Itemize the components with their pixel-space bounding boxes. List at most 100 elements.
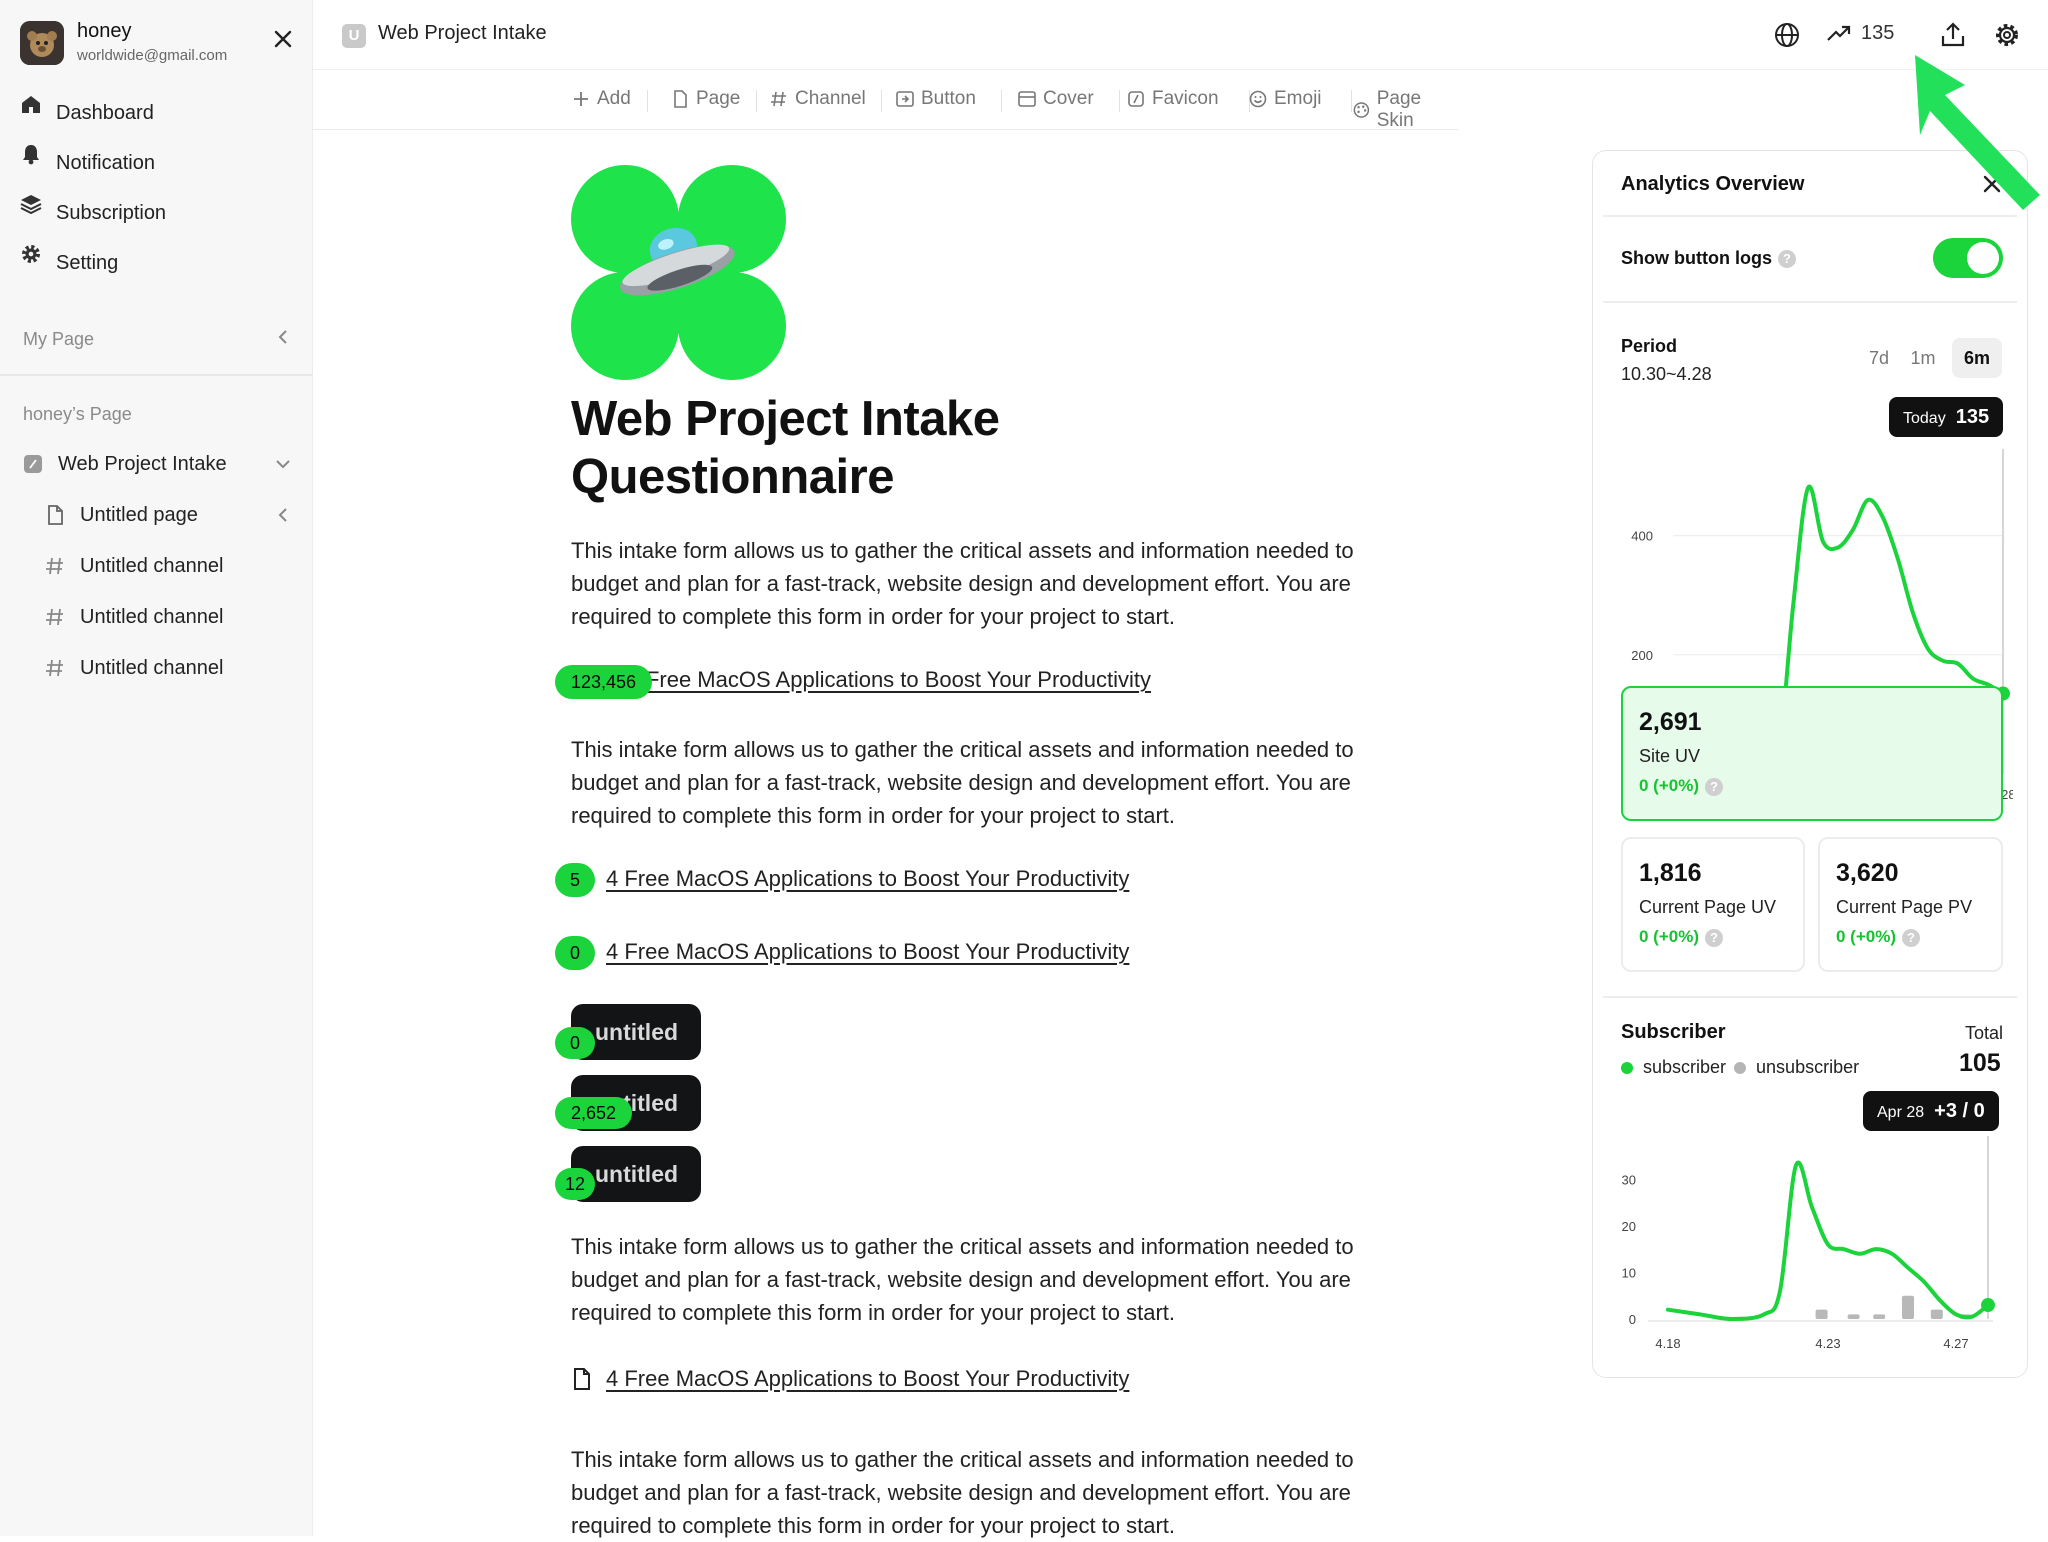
page-label: Untitled channel	[80, 554, 224, 577]
stat-site-uv[interactable]: 2,691 Site UV 0 (+0%)?	[1621, 686, 2003, 821]
page-item-untitled-channel[interactable]: Untitled channel	[44, 648, 223, 688]
user-profile[interactable]: honey worldwide@gmail.com	[20, 20, 300, 66]
tool-button[interactable]: Button	[895, 88, 976, 110]
hash-icon	[46, 659, 63, 677]
subscriber-point	[1981, 1298, 1995, 1313]
tip-value: +3 / 0	[1934, 1100, 1985, 1122]
page-label: Untitled page	[80, 503, 198, 526]
sidebar-divider	[0, 374, 313, 376]
tool-label: Page	[696, 88, 741, 109]
range-6m[interactable]: 6m	[1952, 338, 2002, 378]
tool-add[interactable]: Add	[571, 88, 631, 110]
toolbar-divider	[1119, 90, 1120, 112]
y-tick-label: 10	[1622, 1265, 1636, 1280]
chevron-down-icon[interactable]	[272, 453, 294, 475]
tool-label: Channel	[795, 88, 866, 109]
tool-label: Add	[597, 88, 631, 109]
tool-label: Button	[921, 88, 976, 109]
toolbar-divider	[756, 90, 757, 112]
x-tick-label: 4.27	[1943, 1336, 1968, 1351]
tool-page[interactable]: Page	[670, 88, 740, 110]
click-count-badge: 12	[555, 1168, 595, 1200]
file-icon	[674, 90, 687, 108]
unsubscriber-bar	[1902, 1295, 1914, 1319]
globe-icon[interactable]	[1772, 20, 1802, 50]
nav-label: Notification	[56, 152, 155, 174]
help-icon[interactable]: ?	[1705, 928, 1723, 947]
doc-title: Web Project Intake	[378, 22, 547, 44]
nav-setting[interactable]: Setting	[20, 243, 300, 283]
doc-badge: U	[342, 24, 366, 48]
page-item-web-project-intake[interactable]: Web Project Intake	[22, 444, 227, 484]
nav-notification[interactable]: Notification	[20, 143, 300, 183]
section-honeys-page: honey’s Page	[23, 404, 132, 424]
subscriber-title: Subscriber	[1621, 1021, 1726, 1043]
tool-emoji[interactable]: Emoji	[1248, 88, 1322, 110]
delta-text: 0 (+0%)	[1639, 776, 1699, 795]
click-count-badge: 123,456	[555, 665, 652, 699]
tool-page-skin[interactable]: Page Skin	[1352, 88, 1458, 132]
stat-label: Current Page PV	[1836, 897, 1973, 917]
stat-label: Site UV	[1639, 746, 1701, 766]
legend-dot-unsubscriber	[1734, 1061, 1747, 1074]
tool-label: Page Skin	[1376, 88, 1422, 131]
ufo-logo[interactable]	[571, 165, 786, 380]
button-icon	[896, 91, 914, 107]
show-logs-toggle[interactable]	[1933, 238, 2003, 278]
bell-icon	[23, 145, 39, 165]
help-icon[interactable]: ?	[1777, 250, 1796, 269]
home-icon	[22, 96, 40, 113]
page-label: Web Project Intake	[58, 452, 227, 475]
close-icon[interactable]	[268, 24, 298, 54]
stat-current-page-uv[interactable]: 1,816 Current Page UV 0 (+0%)?	[1621, 837, 1805, 972]
legend-subscriber: subscriber	[1643, 1057, 1727, 1077]
today-value: 135	[1955, 406, 1990, 428]
link-article[interactable]: 4 Free MacOS Applications to Boost Your …	[606, 939, 1129, 965]
chevron-left-icon[interactable]	[272, 504, 294, 526]
period-value: 10.30~4.28	[1621, 364, 1712, 384]
tool-cover[interactable]: Cover	[1017, 88, 1094, 110]
hash-icon	[46, 608, 63, 626]
link-article[interactable]: 4 Free MacOS Applications to Boost Your …	[640, 667, 1151, 693]
link-article[interactable]: 4 Free MacOS Applications to Boost Your …	[606, 1366, 1129, 1392]
page-item-untitled-channel[interactable]: Untitled channel	[44, 546, 223, 586]
user-name: honey	[77, 20, 132, 42]
stat-label: Current Page UV	[1639, 897, 1777, 917]
nav-dashboard[interactable]: Dashboard	[20, 93, 300, 133]
y-tick-label: 0	[1629, 1312, 1636, 1327]
y-tick-label: 30	[1622, 1172, 1636, 1187]
stat-delta: 0 (+0%)?	[1836, 927, 1920, 947]
stat-value: 1,816	[1639, 859, 1702, 887]
subscriber-chart: 0 10 20 30 4.18 4.23 4.27	[1622, 1136, 1995, 1351]
page-title: Web Project Intake Questionnaire	[571, 392, 1000, 504]
nav-label: Subscription	[56, 202, 167, 224]
tip-date: Apr 28	[1877, 1104, 1925, 1121]
cover-icon	[1018, 91, 1036, 107]
click-count-badge: 2,652	[555, 1097, 632, 1129]
stat-current-page-pv[interactable]: 3,620 Current Page PV 0 (+0%)?	[1818, 837, 2003, 972]
y-tick-label: 200	[1631, 648, 1653, 663]
views-count: 135	[1861, 21, 1895, 44]
analytics-panel: Analytics Overview Show button logs? Per…	[1592, 150, 2028, 1378]
nav-subscription[interactable]: Subscription	[20, 193, 300, 233]
page-item-untitled-page[interactable]: Untitled page	[44, 495, 198, 535]
subscriber-legend: subscriber unsubscriber	[1621, 1057, 1859, 1078]
help-icon[interactable]: ?	[1705, 777, 1723, 796]
subscriber-line	[1666, 1160, 1990, 1322]
tool-label: Cover	[1043, 88, 1094, 109]
plus-icon	[574, 92, 588, 106]
range-1m[interactable]: 1m	[1905, 338, 1941, 378]
tool-favicon[interactable]: Favicon	[1126, 88, 1219, 110]
chevron-left-icon[interactable]	[272, 326, 294, 348]
page-item-untitled-channel[interactable]: Untitled channel	[44, 597, 223, 637]
help-icon[interactable]: ?	[1902, 928, 1920, 947]
views-counter[interactable]: 135	[1825, 19, 1894, 47]
tool-channel[interactable]: Channel	[769, 88, 866, 110]
link-article[interactable]: 4 Free MacOS Applications to Boost Your …	[606, 866, 1129, 892]
body-paragraph: This intake form allows us to gather the…	[571, 538, 1354, 629]
trending-up-icon	[1827, 25, 1851, 41]
gear-icon	[22, 245, 40, 263]
file-icon	[48, 505, 63, 525]
click-count-badge: 5	[555, 863, 595, 897]
range-7d[interactable]: 7d	[1862, 338, 1896, 378]
